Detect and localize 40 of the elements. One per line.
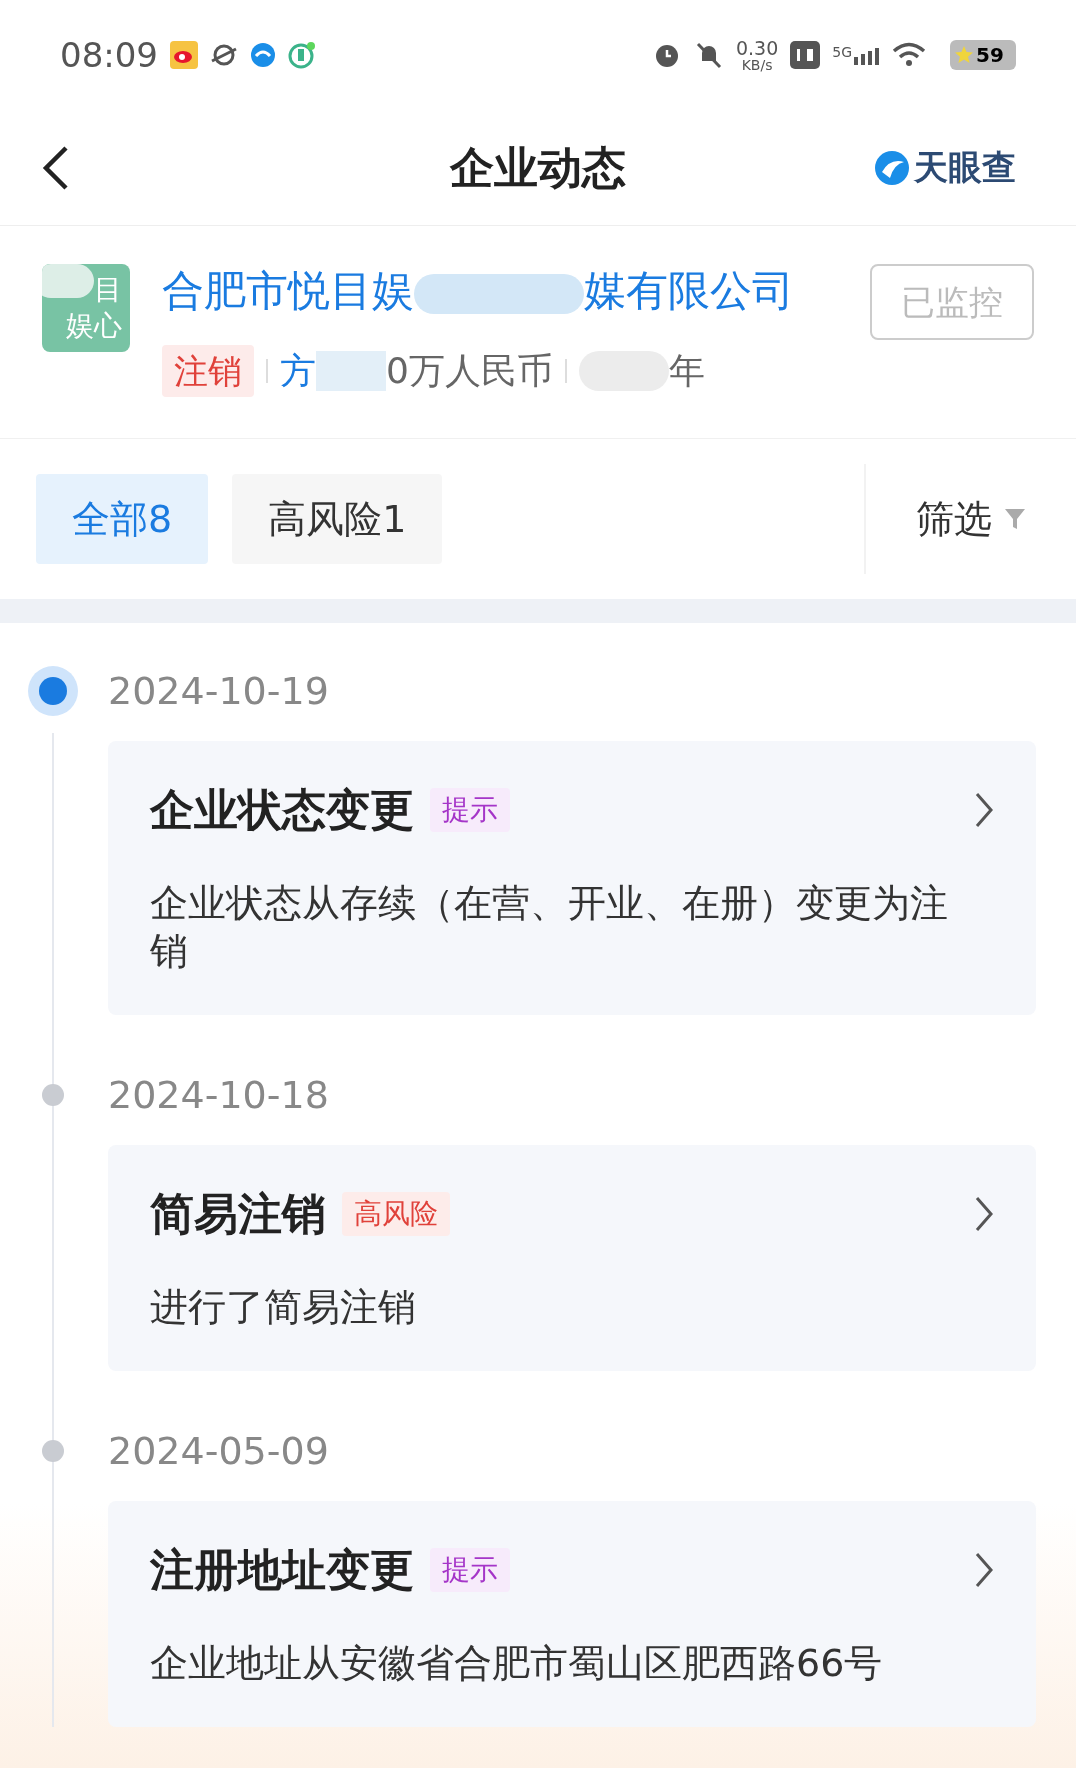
net-speed: 0.30 xyxy=(735,38,779,58)
app-icon xyxy=(170,41,198,69)
company-name[interactable]: 合肥市悦目娱 媒有限公司 xyxy=(162,264,802,318)
wifi-icon xyxy=(892,42,926,68)
brand-name: 天眼查 xyxy=(914,146,1016,189)
filter-tab[interactable]: 全部8 xyxy=(36,474,209,564)
brand-logo-icon xyxy=(874,149,910,186)
filter-tab[interactable]: 高风险1 xyxy=(232,474,443,564)
page-title: 企业动态 xyxy=(450,140,626,195)
event-date: 2024-10-18 xyxy=(108,1071,329,1119)
hd-icon xyxy=(790,41,821,69)
event-tag: 提示 xyxy=(430,1548,510,1592)
company-logo: 目 娱心 xyxy=(42,264,130,352)
event-detail: 进行了简易注销 xyxy=(150,1284,417,1331)
event-title: 简易注销 xyxy=(150,1187,326,1241)
battery-indicator: 59 xyxy=(950,40,1016,70)
registered-capital: 方 0万人民币 xyxy=(280,349,553,393)
signal-icon xyxy=(854,45,880,65)
back-icon[interactable] xyxy=(40,143,70,192)
net-unit: KB/s xyxy=(741,57,773,72)
event-card[interactable]: 企业状态变更 提示 企业状态从存续（在营、开业、在册）变更为注销 xyxy=(108,741,1036,1015)
filter-icon xyxy=(1004,507,1026,531)
chevron-right-icon xyxy=(974,791,994,829)
status-time: 08:09 xyxy=(60,33,158,77)
event-card[interactable]: 简易注销 高风险 进行了简易注销 xyxy=(108,1145,1036,1371)
event-detail: 企业状态从存续（在营、开业、在册）变更为注销 xyxy=(150,880,949,975)
status-tag: 注销 xyxy=(162,345,254,397)
event-title: 企业状态变更 xyxy=(150,783,414,837)
event-date: 2024-05-09 xyxy=(108,1427,329,1475)
chevron-right-icon xyxy=(974,1195,994,1233)
event-card[interactable]: 注册地址变更 提示 企业地址从安徽省合肥市蜀山区肥西路66号 xyxy=(108,1501,1036,1727)
star-icon xyxy=(954,45,974,65)
event-title: 注册地址变更 xyxy=(150,1543,414,1597)
event-detail: 企业地址从安徽省合肥市蜀山区肥西路66号 xyxy=(150,1640,884,1687)
filter-button[interactable]: 筛选 xyxy=(866,490,1076,548)
event-tag: 高风险 xyxy=(342,1192,450,1236)
network-type: 5G xyxy=(832,45,852,59)
event-date: 2024-10-19 xyxy=(108,667,329,715)
event-tag: 提示 xyxy=(430,788,510,832)
chevron-right-icon xyxy=(974,1551,994,1589)
